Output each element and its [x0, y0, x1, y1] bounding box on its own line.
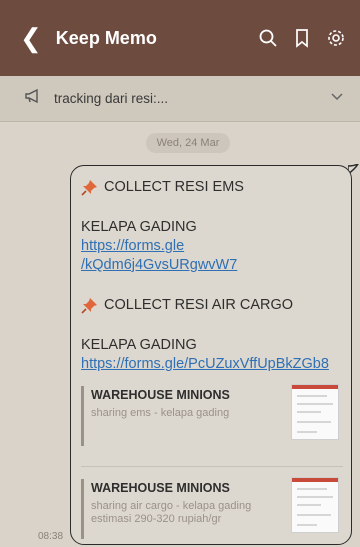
megaphone-icon [24, 87, 42, 110]
search-icon[interactable] [256, 26, 280, 50]
location-text: KELAPA GADING [81, 219, 197, 235]
settings-icon[interactable] [324, 26, 348, 50]
back-icon[interactable]: ❮ [20, 25, 42, 51]
preview-accent-bar [81, 479, 84, 539]
pinned-message-text: tracking dari resi:... [54, 91, 169, 106]
pushpin-icon [81, 180, 97, 196]
section-heading: COLLECT RESI AIR CARGO [81, 296, 343, 315]
message-timestamp: 08:38 [38, 531, 64, 542]
link-preview[interactable]: WAREHOUSE MINIONS sharing ems - kelapa g… [81, 384, 343, 458]
form-link[interactable]: https://forms.gle [81, 237, 343, 256]
section-title: COLLECT RESI EMS [104, 179, 244, 195]
chevron-down-icon[interactable] [328, 87, 346, 110]
divider [81, 466, 343, 467]
location-text: KELAPA GADING [81, 337, 197, 353]
date-divider: Wed, 24 Mar [146, 133, 230, 153]
form-link[interactable]: https://forms.gle/PcUZuxVffUpBkZGb8 [81, 355, 343, 374]
app-bar: ❮ Keep Memo [0, 0, 360, 76]
section-heading: COLLECT RESI EMS [81, 178, 343, 197]
preview-accent-bar [81, 386, 84, 446]
link-preview[interactable]: WAREHOUSE MINIONS sharing air cargo - ke… [81, 477, 343, 544]
preview-thumbnail [291, 384, 339, 440]
page-title: Keep Memo [55, 27, 157, 48]
pinned-message-bar[interactable]: tracking dari resi:... [0, 76, 360, 122]
pushpin-icon [81, 298, 97, 314]
bookmark-icon[interactable] [290, 26, 314, 50]
message-bubble[interactable]: COLLECT RESI EMS KELAPA GADING https://f… [70, 165, 352, 545]
section-title: COLLECT RESI AIR CARGO [104, 297, 294, 313]
preview-thumbnail [291, 477, 339, 533]
form-link-continued[interactable]: /kQdm6j4GvsURgwvW7 [81, 256, 343, 275]
